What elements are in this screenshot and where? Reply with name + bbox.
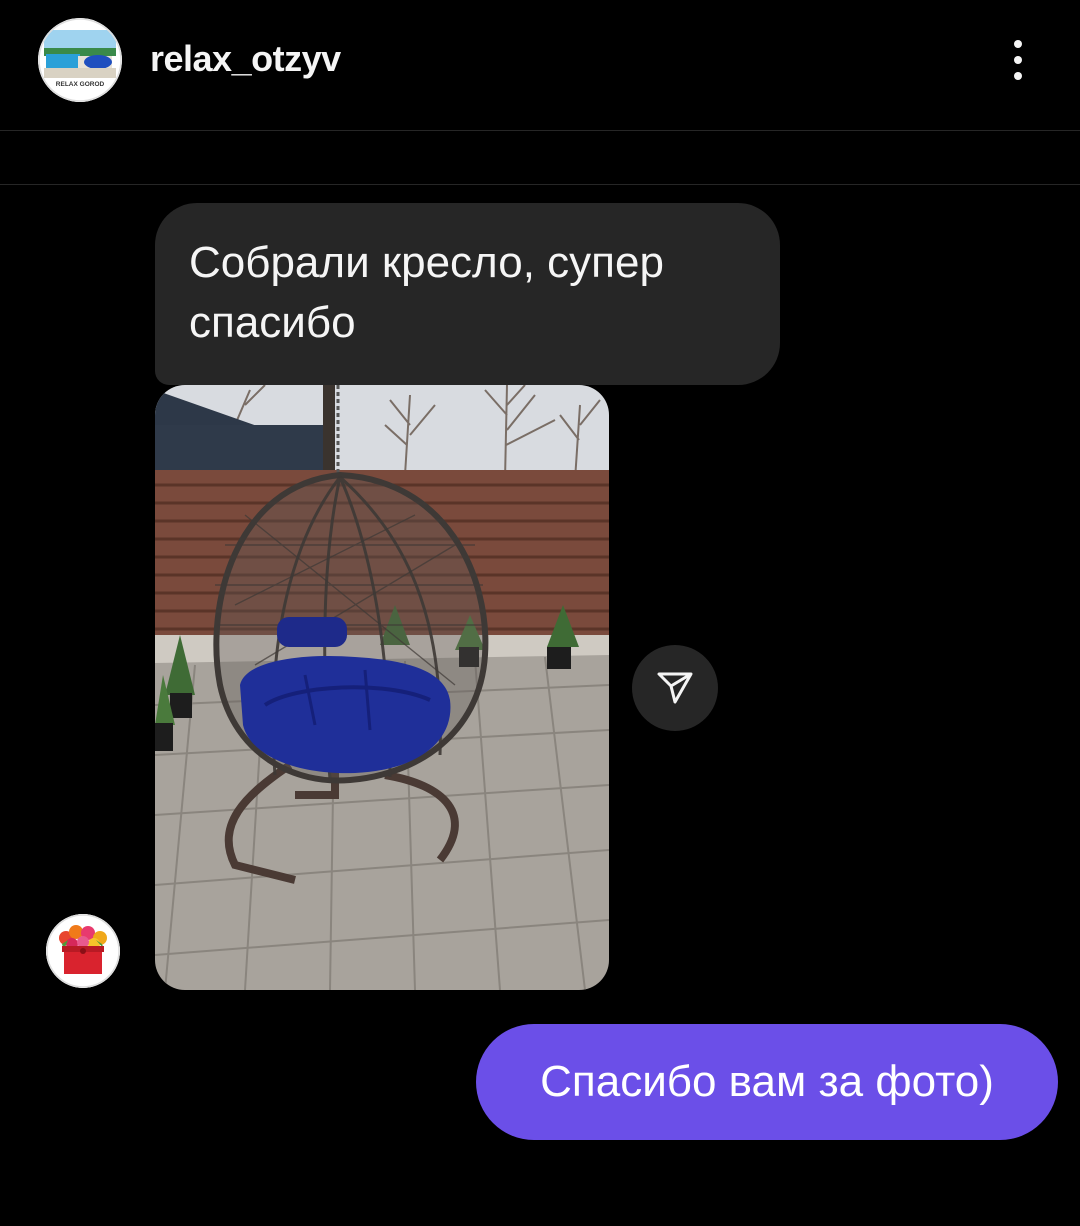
relax-gorod-logo-icon: RELAX GOROD [38,18,122,102]
more-dot [1014,56,1022,64]
avatar-logo-text: RELAX GOROD [56,81,105,88]
flower-box-avatar [46,914,120,988]
sender-avatar[interactable] [46,914,120,988]
share-button[interactable] [632,645,718,731]
incoming-photo-message[interactable] [155,385,609,990]
more-vertical-icon [1014,40,1022,48]
profile-avatar[interactable]: RELAX GOROD [38,18,122,102]
outgoing-message-bubble[interactable]: Спасибо вам за фото) [476,1024,1058,1140]
hanging-egg-chair-photo [155,385,609,990]
chat-screen: RELAX GOROD relax_otzyv Собрали кресло, … [0,0,1080,1226]
more-options-button[interactable] [996,32,1040,88]
send-paper-plane-icon [657,672,693,704]
chat-username[interactable]: relax_otzyv [150,38,341,80]
header-divider-area [0,131,1080,185]
more-dot [1014,72,1022,80]
chat-header: RELAX GOROD relax_otzyv [0,0,1080,131]
incoming-message-bubble[interactable]: Собрали кресло, супер спасибо [155,203,780,385]
